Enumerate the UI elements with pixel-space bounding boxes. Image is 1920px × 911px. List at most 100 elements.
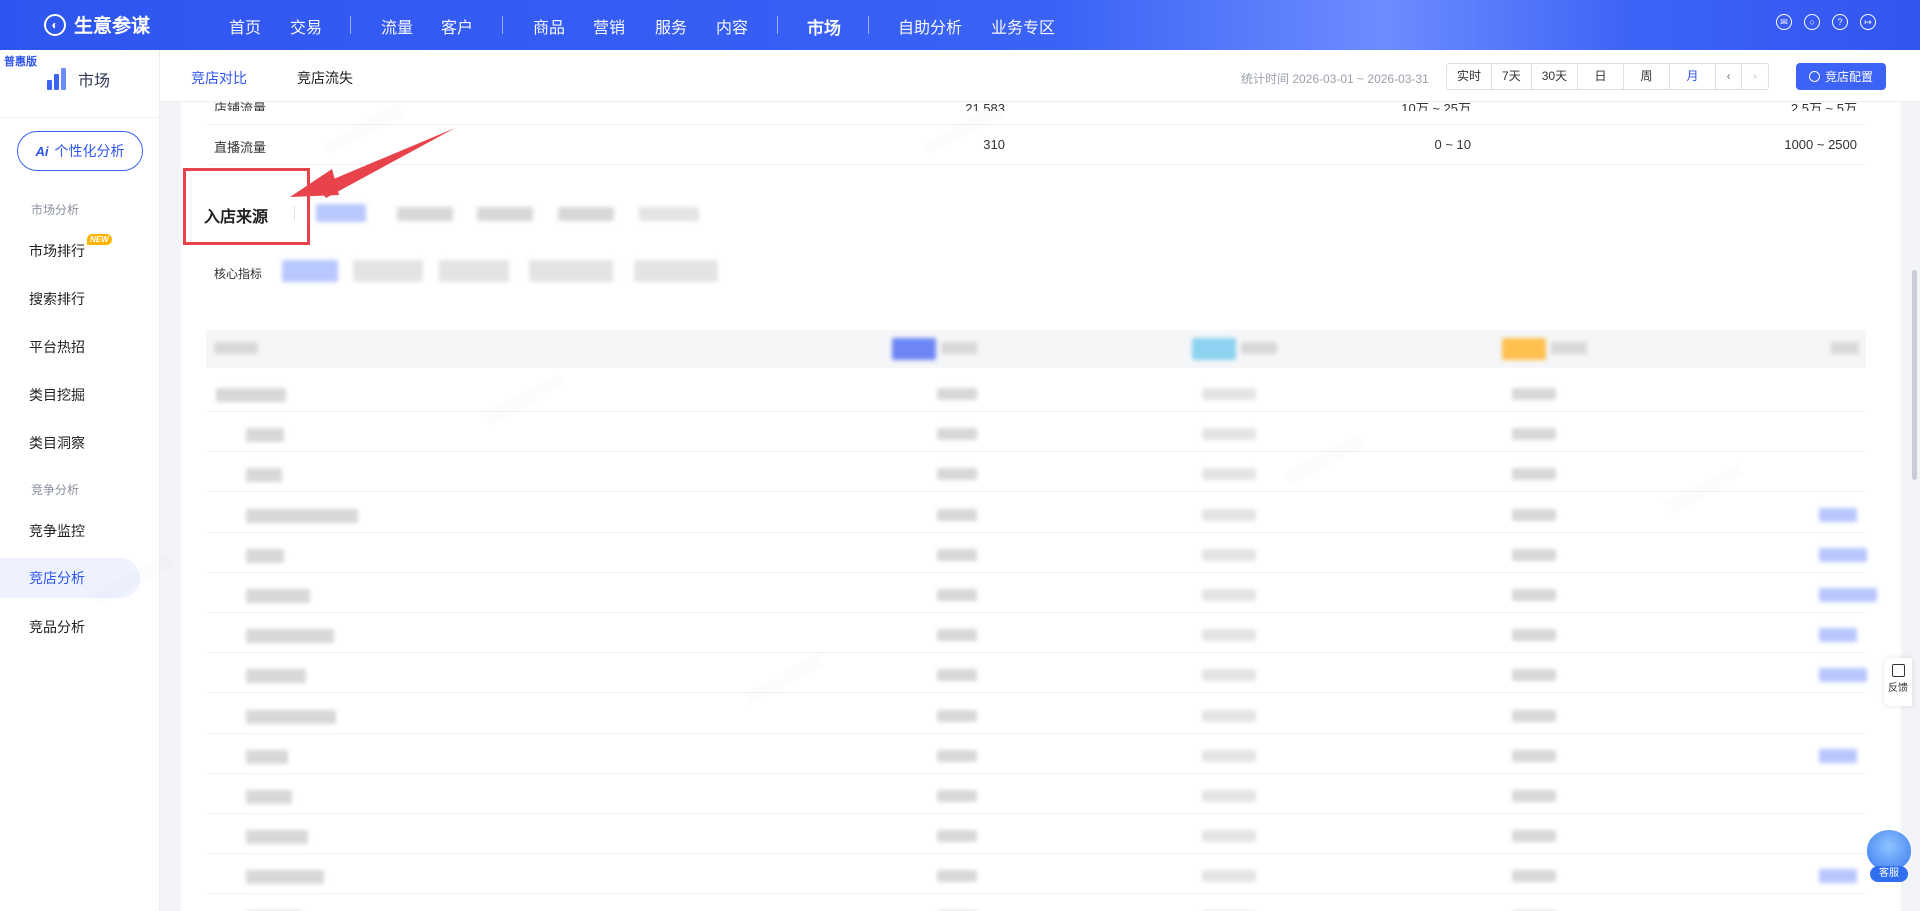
detail-link[interactable] — [1819, 869, 1857, 883]
sub-header: 竞店对比 竞店流失 统计时间 2026-03-01 ~ 2026-03-31 实… — [160, 50, 1920, 106]
nav-item-self-analysis[interactable]: 自助分析 — [898, 14, 962, 38]
user-icon[interactable]: ○ — [1804, 14, 1820, 30]
detail-link[interactable] — [1819, 749, 1857, 763]
sidebar-item-search-rank[interactable]: 搜索排行 — [29, 289, 85, 309]
watermark: ░░░░░░░░░░ — [322, 102, 405, 156]
nav-item-content[interactable]: 内容 — [716, 14, 748, 38]
source-tab[interactable] — [558, 207, 614, 221]
table-row-divider — [206, 813, 1866, 814]
nav-item-trade[interactable]: 交易 — [290, 14, 322, 38]
range-day[interactable]: 日 — [1578, 64, 1625, 89]
compass-icon: ◐ — [44, 13, 66, 36]
range-week[interactable]: 周 — [1624, 64, 1671, 89]
detail-link[interactable] — [1819, 508, 1857, 522]
feedback-button[interactable]: 反馈 — [1884, 658, 1912, 706]
table-cell — [1512, 870, 1556, 882]
table-row-name — [246, 710, 336, 724]
nav-item-goods[interactable]: 商品 — [533, 14, 565, 38]
customer-service-button[interactable]: 客服 — [1864, 830, 1914, 886]
edit-icon — [1891, 664, 1905, 677]
table-cell — [937, 790, 977, 802]
logout-icon[interactable]: ↦ — [1860, 14, 1876, 30]
chevron-right-icon[interactable]: › — [1742, 64, 1768, 89]
chevron-left-icon[interactable]: ‹ — [1716, 64, 1743, 89]
sidebar: 普惠版 市场 Ai 个性化分析 市场分析 市场排行 NEW 搜索排行 平台热招 … — [0, 50, 160, 911]
metric-chip[interactable] — [634, 260, 718, 282]
table-cell — [1202, 468, 1256, 480]
table-cell — [1202, 629, 1256, 641]
source-tab-active[interactable] — [316, 204, 366, 222]
tab-shop-churn[interactable]: 竞店流失 — [297, 68, 353, 88]
sidebar-item-category-insight[interactable]: 类目洞察 — [29, 433, 85, 453]
table-cell-range: 2.5万 ~ 5万 — [1790, 101, 1857, 111]
metric-chip[interactable] — [353, 260, 423, 282]
table-row-label: 店铺流量 — [214, 101, 267, 111]
core-metrics-label: 核心指标 — [214, 267, 263, 281]
metric-chip[interactable] — [529, 260, 613, 282]
range-30days[interactable]: 30天 — [1532, 64, 1579, 89]
brand[interactable]: ◐ 生意参谋 — [44, 11, 150, 38]
sidebar-item-market-rank[interactable]: 市场排行 NEW — [29, 234, 112, 261]
table-row-name — [246, 830, 308, 844]
sidebar-divider — [0, 117, 160, 118]
help-icon[interactable]: ? — [1832, 14, 1848, 30]
source-tab[interactable] — [639, 207, 699, 221]
detail-link[interactable] — [1819, 628, 1857, 642]
metric-chip-active[interactable] — [282, 260, 338, 282]
nav-item-market[interactable]: 市场 — [807, 14, 841, 53]
table-cell — [1202, 388, 1256, 400]
table-header-cell — [941, 342, 977, 354]
range-7days[interactable]: 7天 — [1492, 64, 1532, 89]
table-cell — [1202, 589, 1256, 601]
source-tab[interactable] — [397, 207, 453, 221]
nav-item-service[interactable]: 服务 — [655, 14, 687, 38]
sidebar-item-platform-hot[interactable]: 平台热招 — [29, 337, 85, 357]
edition-label: 普惠版 — [4, 56, 37, 68]
personalized-analysis-button[interactable]: Ai 个性化分析 — [17, 131, 143, 171]
table-row-name — [216, 388, 286, 402]
table-row-divider — [206, 773, 1866, 774]
source-tab[interactable] — [477, 207, 533, 221]
annotation-highlight-box — [183, 168, 310, 245]
table-cell — [937, 589, 977, 601]
stat-time: 统计时间 2026-03-01 ~ 2026-03-31 — [1241, 72, 1429, 86]
message-icon[interactable]: ✉ — [1776, 14, 1792, 30]
range-realtime[interactable]: 实时 — [1447, 64, 1493, 89]
scrollbar[interactable] — [1912, 270, 1917, 480]
table-row-divider — [206, 532, 1866, 533]
nav-separator — [502, 16, 503, 34]
nav-item-marketing[interactable]: 营销 — [593, 14, 625, 38]
table-cell — [1512, 509, 1556, 521]
table-row-name — [246, 468, 282, 482]
table-row-divider — [206, 652, 1866, 653]
table-cell — [1202, 710, 1256, 722]
sidebar-title-text: 市场 — [78, 73, 111, 90]
detail-link[interactable] — [1819, 588, 1877, 602]
detail-link[interactable] — [1819, 548, 1867, 562]
range-month[interactable]: 月 — [1670, 64, 1717, 89]
table-cell — [937, 509, 977, 521]
table-cell — [1512, 629, 1556, 641]
detail-link[interactable] — [1819, 668, 1867, 682]
table-header-cell — [214, 342, 258, 354]
sidebar-item-category-mining[interactable]: 类目挖掘 — [29, 385, 85, 405]
table-cell-range: 1000 ~ 2500 — [1784, 137, 1857, 152]
tab-shop-compare[interactable]: 竞店对比 — [191, 68, 247, 106]
sidebar-item-compete-monitor[interactable]: 竞争监控 — [29, 521, 85, 541]
sidebar-item-product-analysis[interactable]: 竞品分析 — [29, 617, 85, 637]
table-cell — [1512, 428, 1556, 440]
nav-item-home[interactable]: 首页 — [229, 14, 261, 38]
nav-item-business-zone[interactable]: 业务专区 — [991, 14, 1055, 38]
brand-name: 生意参谋 — [74, 16, 151, 37]
watermark: ░░░░░░░░░░ — [1282, 432, 1365, 486]
table-cell — [1202, 509, 1256, 521]
sidebar-title: 市场 — [46, 67, 110, 91]
shop-config-button[interactable]: 竞店配置 — [1796, 63, 1886, 90]
nav-item-traffic[interactable]: 流量 — [381, 14, 413, 38]
nav-item-customer[interactable]: 客户 — [441, 14, 473, 38]
metric-chip[interactable] — [439, 260, 509, 282]
table-row-divider — [206, 451, 1866, 452]
nav-separator — [868, 16, 869, 34]
table-row-name — [246, 629, 334, 643]
nav-separator — [350, 16, 351, 34]
